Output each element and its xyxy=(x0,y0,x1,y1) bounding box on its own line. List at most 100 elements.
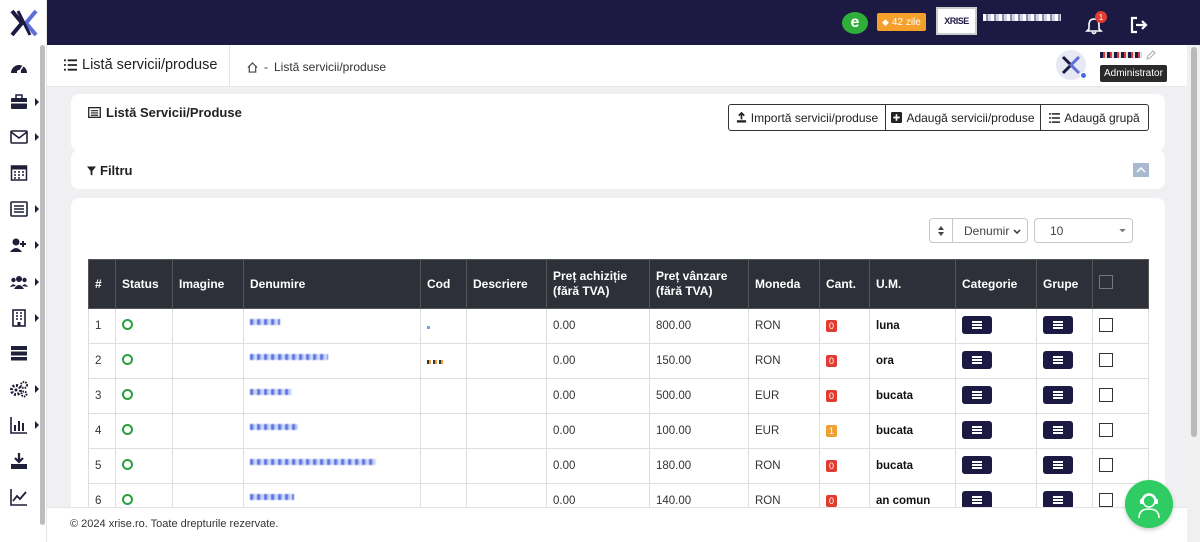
add-group-button[interactable]: Adaugă grupă xyxy=(1040,104,1149,131)
trial-days-badge[interactable]: ◆ 42 zile xyxy=(877,13,926,31)
sidebar-item-dashboard[interactable] xyxy=(10,58,40,78)
category-list-button[interactable] xyxy=(962,455,992,474)
sidebar-item-building[interactable] xyxy=(10,308,40,328)
groups-list-button[interactable] xyxy=(1043,350,1073,369)
table-row[interactable]: 5 0.00 180.00 RON 0 bucata xyxy=(88,448,1149,484)
import-products-button[interactable]: Importă servicii/produse xyxy=(728,104,886,131)
col-header-image[interactable]: Imagine xyxy=(172,259,244,309)
cell-image xyxy=(172,448,244,484)
support-chat-button[interactable] xyxy=(1125,480,1173,528)
cell-number: 5 xyxy=(88,448,116,484)
cell-code xyxy=(420,413,467,449)
col-header-select-all xyxy=(1092,259,1149,309)
category-list-button[interactable] xyxy=(962,315,992,334)
groups-list-button[interactable] xyxy=(1043,385,1073,404)
groups-list-button[interactable] xyxy=(1043,315,1073,334)
edit-profile-icon[interactable] xyxy=(1146,50,1156,60)
sidebar-item-list[interactable] xyxy=(10,199,40,219)
user-avatar[interactable] xyxy=(1056,50,1087,80)
redacted-name[interactable] xyxy=(250,388,292,395)
redacted-name[interactable] xyxy=(250,423,298,430)
row-checkbox[interactable] xyxy=(1099,492,1113,507)
sidebar-item-calendar[interactable] xyxy=(10,162,40,182)
col-header-purchase-price[interactable]: Preț achiziție (fără TVA) xyxy=(546,259,650,309)
sidebar-item-download[interactable] xyxy=(10,451,40,471)
filter-panel[interactable]: Filtru xyxy=(71,150,1165,189)
col-header-groups[interactable]: Grupe xyxy=(1036,259,1093,309)
col-header-sale-price[interactable]: Preț vânzare (fără TVA) xyxy=(649,259,749,309)
cell-select xyxy=(1092,378,1149,414)
caret-right-icon xyxy=(35,98,39,106)
sidebar-scrollbar[interactable] xyxy=(40,45,45,525)
row-checkbox[interactable] xyxy=(1099,422,1113,437)
col-header-number[interactable]: # xyxy=(88,259,116,309)
table-row[interactable]: 2 0.00 150.00 RON 0 ora xyxy=(88,343,1149,379)
col-header-status[interactable]: Status xyxy=(115,259,173,309)
company-logo[interactable]: XRISE xyxy=(936,7,977,35)
select-all-checkbox[interactable] xyxy=(1099,275,1113,289)
category-list-button[interactable] xyxy=(962,350,992,369)
sidebar-item-settings[interactable] xyxy=(10,379,40,399)
sidebar-item-trend[interactable] xyxy=(10,487,40,507)
table-row[interactable]: 3 0.00 500.00 EUR 0 bucata xyxy=(88,378,1149,414)
notifications-button[interactable]: 1 xyxy=(1085,11,1107,35)
sidebar-item-reports[interactable] xyxy=(10,415,40,435)
groups-list-button[interactable] xyxy=(1043,455,1073,474)
status-active-icon[interactable] xyxy=(122,459,133,470)
products-table: # Status Imagine Denumire Cod Descriere … xyxy=(88,259,1149,519)
sidebar-item-servers[interactable] xyxy=(10,343,40,363)
cell-currency: RON xyxy=(748,308,820,344)
col-header-code[interactable]: Cod xyxy=(420,259,467,309)
status-active-icon[interactable] xyxy=(122,424,133,435)
col-header-category[interactable]: Categorie xyxy=(955,259,1037,309)
sidebar-item-briefcase[interactable] xyxy=(10,92,40,112)
col-header-description[interactable]: Descriere xyxy=(466,259,547,309)
cell-purchase-price: 0.00 xyxy=(546,343,650,379)
caret-right-icon xyxy=(35,133,39,141)
col-header-currency[interactable]: Moneda xyxy=(748,259,820,309)
groups-list-button[interactable] xyxy=(1043,490,1073,509)
category-list-button[interactable] xyxy=(962,420,992,439)
redacted-name[interactable] xyxy=(250,353,328,360)
table-row[interactable]: 1 0.00 800.00 RON 0 luna xyxy=(88,308,1149,344)
cell-unit: bucata xyxy=(869,448,956,484)
category-list-button[interactable] xyxy=(962,385,992,404)
sort-direction-button[interactable] xyxy=(929,218,953,243)
cell-code xyxy=(420,378,467,414)
status-active-icon[interactable] xyxy=(122,389,133,400)
groups-list-button[interactable] xyxy=(1043,420,1073,439)
row-checkbox[interactable] xyxy=(1099,457,1113,472)
table-row[interactable]: 4 0.00 100.00 EUR 1 bucata xyxy=(88,413,1149,449)
logout-icon[interactable] xyxy=(1129,15,1149,35)
col-header-unit[interactable]: U.M. xyxy=(869,259,956,309)
row-checkbox[interactable] xyxy=(1099,352,1113,367)
quantity-badge: 1 xyxy=(826,425,838,437)
company-name-redacted[interactable] xyxy=(983,14,1061,21)
status-active-icon[interactable] xyxy=(122,494,133,505)
cell-quantity: 0 xyxy=(819,378,870,414)
collapse-filter-button[interactable] xyxy=(1133,163,1149,177)
user-name-redacted[interactable] xyxy=(1100,52,1142,58)
sort-field-select[interactable]: Denumir xyxy=(952,218,1028,243)
row-checkbox[interactable] xyxy=(1099,387,1113,402)
home-icon[interactable] xyxy=(247,61,258,73)
e-factura-logo-icon[interactable]: e xyxy=(842,12,868,34)
main-scrollbar-thumb[interactable] xyxy=(1191,47,1197,437)
sidebar-item-add-user[interactable] xyxy=(10,235,40,255)
xrise-logo-icon[interactable] xyxy=(10,8,38,38)
redacted-name[interactable] xyxy=(250,493,294,500)
main-scrollbar[interactable] xyxy=(1187,45,1200,542)
status-active-icon[interactable] xyxy=(122,354,133,365)
row-checkbox[interactable] xyxy=(1099,317,1113,332)
redacted-name[interactable] xyxy=(250,458,376,465)
sidebar-item-mail[interactable] xyxy=(10,127,40,147)
col-header-name[interactable]: Denumire xyxy=(243,259,421,309)
page-size-select[interactable]: 10 xyxy=(1034,218,1133,243)
sidebar-item-users[interactable] xyxy=(10,272,40,292)
status-active-icon[interactable] xyxy=(122,319,133,330)
col-header-quantity[interactable]: Cant. xyxy=(819,259,870,309)
redacted-name[interactable] xyxy=(250,318,280,325)
cell-number: 2 xyxy=(88,343,116,379)
add-products-button[interactable]: Adaugă servicii/produse xyxy=(885,104,1041,131)
category-list-button[interactable] xyxy=(962,490,992,509)
